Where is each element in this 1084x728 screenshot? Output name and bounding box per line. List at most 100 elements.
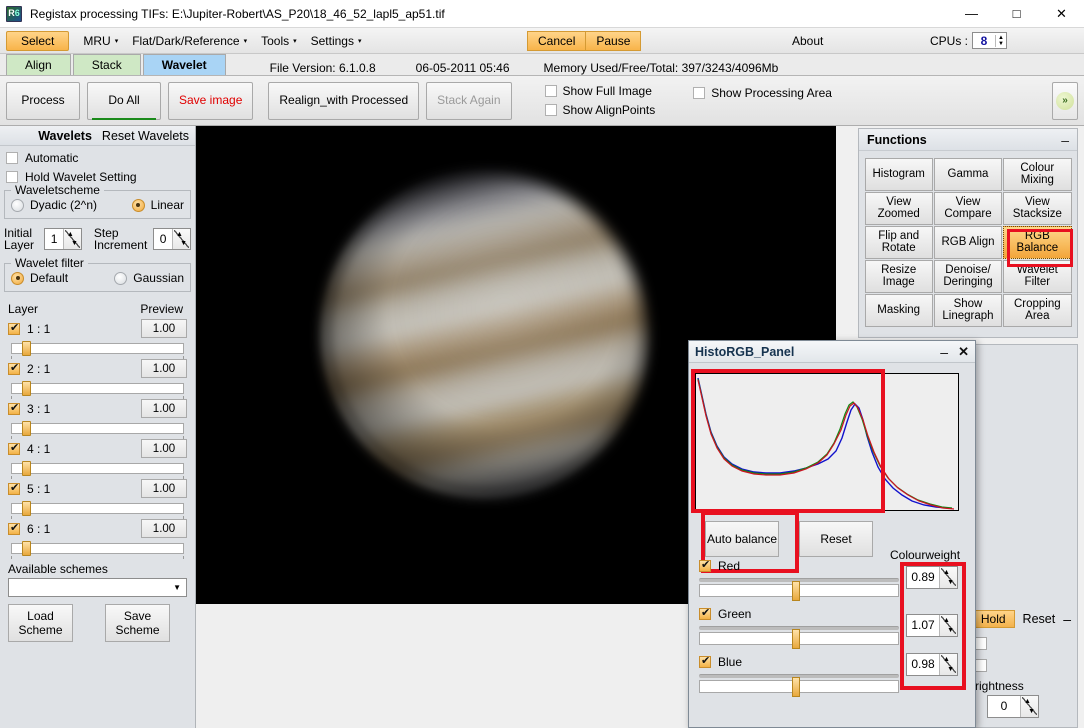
radio-linear-icon[interactable]	[131, 198, 145, 212]
function-view-zoomed-button[interactable]: View Zoomed	[864, 191, 933, 225]
green-colourweight-stepper[interactable]: 1.07 ▲ ▼	[906, 614, 958, 637]
tab-align[interactable]: Align	[6, 54, 71, 75]
spinner-arrows-icon[interactable]: ▲ ▼	[62, 229, 81, 249]
slider-thumb[interactable]	[22, 421, 31, 436]
slider-thumb[interactable]	[792, 581, 800, 601]
layer-3-slider[interactable]	[8, 421, 187, 439]
show-processing-area-row[interactable]: Show Processing Area	[693, 86, 832, 100]
expand-toolbar-button[interactable]: »	[1052, 81, 1078, 120]
blue-channel-slider[interactable]	[699, 677, 899, 697]
reset-wavelets-button[interactable]: Reset Wavelets	[102, 129, 189, 143]
minimize-icon[interactable]: —	[949, 0, 994, 28]
reset-balance-button[interactable]: Reset	[799, 521, 873, 557]
layer-1-preview-value[interactable]: 1.00	[141, 319, 187, 338]
slider-thumb[interactable]	[22, 501, 31, 516]
layer-2-checkbox[interactable]	[8, 362, 20, 375]
function-rgb-align-button[interactable]: RGB Align	[933, 225, 1003, 259]
automatic-checkbox[interactable]	[6, 152, 18, 164]
menu-mru[interactable]: MRU ▾	[83, 34, 118, 48]
slider-thumb[interactable]	[22, 341, 31, 356]
minimize-icon[interactable]: –	[1061, 133, 1069, 147]
green-channel-slider[interactable]	[699, 629, 899, 649]
show-align-points-row[interactable]: Show AlignPoints	[544, 103, 655, 117]
spinner-arrows-icon[interactable]: ▲ ▼	[939, 654, 957, 675]
load-scheme-button[interactable]: Load Scheme	[8, 604, 73, 642]
tab-stack[interactable]: Stack	[72, 54, 141, 75]
function-wavelet-filter-button[interactable]: Wavelet Filter	[1003, 259, 1072, 293]
hold-wavelet-setting-checkbox[interactable]	[6, 171, 18, 183]
realign-with-processed-button[interactable]: Realign_with Processed	[268, 81, 420, 120]
show-full-image-row[interactable]: Show Full Image	[544, 84, 656, 98]
function-rgb-balance-button[interactable]: RGB Balance	[1003, 225, 1072, 259]
function-view-stacksize-button[interactable]: View Stacksize	[1003, 191, 1072, 225]
layer-1-checkbox[interactable]	[8, 322, 20, 335]
spinner-arrows-icon[interactable]: ▲ ▼	[1020, 696, 1038, 717]
pause-button[interactable]: Pause	[585, 30, 642, 51]
menu-select-button[interactable]: Select	[6, 30, 70, 51]
layer-4-slider[interactable]	[8, 461, 187, 479]
slider-thumb[interactable]	[792, 629, 800, 649]
function-histogram-button[interactable]: Histogram	[864, 157, 933, 191]
show-full-image-checkbox[interactable]	[544, 85, 557, 97]
save-scheme-button[interactable]: Save Scheme	[105, 604, 170, 642]
layer-6-checkbox[interactable]	[8, 522, 20, 535]
menu-flat-dark-reference[interactable]: Flat/Dark/Reference ▾	[132, 34, 247, 48]
scheme-linear-option[interactable]: Linear	[131, 198, 184, 212]
layer-3-checkbox[interactable]	[8, 402, 20, 415]
filter-gaussian-option[interactable]: Gaussian	[114, 271, 184, 285]
spinner-arrows-icon[interactable]: ▲ ▼	[172, 229, 190, 249]
slider-thumb[interactable]	[22, 381, 31, 396]
show-align-points-checkbox[interactable]	[544, 104, 557, 116]
do-all-button[interactable]: Do All	[87, 81, 161, 120]
dialog-title-bar[interactable]: HistoRGB_Panel – ✕	[689, 341, 975, 363]
layer-6-preview-value[interactable]: 1.00	[141, 519, 187, 538]
layer-6-slider[interactable]	[8, 541, 187, 559]
close-icon[interactable]: ✕	[1039, 0, 1084, 28]
spinner-arrows-icon[interactable]: ▲ ▼	[939, 567, 957, 588]
initial-layer-stepper[interactable]: 1 ▲ ▼	[44, 228, 82, 250]
available-schemes-dropdown[interactable]: ▼	[8, 578, 187, 597]
function-masking-button[interactable]: Masking	[864, 293, 933, 327]
hold-wavelet-setting-row[interactable]: Hold Wavelet Setting	[6, 170, 189, 184]
cpus-stepper[interactable]: 8 ▲ ▼	[972, 32, 1007, 49]
reset-button[interactable]: Reset	[1023, 612, 1056, 626]
layer-4-preview-value[interactable]: 1.00	[141, 439, 187, 458]
minimize-icon[interactable]: –	[1063, 612, 1071, 626]
function-cropping-area-button[interactable]: Cropping Area	[1003, 293, 1072, 327]
hold-button[interactable]: Hold	[971, 610, 1015, 628]
auto-balance-button[interactable]: Auto balance	[705, 521, 779, 557]
layer-5-preview-value[interactable]: 1.00	[141, 479, 187, 498]
slider-thumb[interactable]	[22, 541, 31, 556]
function-denoise-deringing-button[interactable]: Denoise/ Deringing	[933, 259, 1003, 293]
step-increment-stepper[interactable]: 0 ▲ ▼	[153, 228, 191, 250]
radio-default-icon[interactable]	[11, 271, 24, 285]
green-channel-checkbox[interactable]	[699, 607, 711, 620]
menu-settings[interactable]: Settings ▾	[311, 34, 362, 48]
layer-5-slider[interactable]	[8, 501, 187, 519]
blue-colourweight-stepper[interactable]: 0.98 ▲ ▼	[906, 653, 958, 676]
blue-channel-checkbox[interactable]	[699, 655, 711, 668]
about-button[interactable]: About	[792, 34, 823, 48]
function-flip-and-rotate-button[interactable]: Flip and Rotate	[864, 225, 933, 259]
layer-4-checkbox[interactable]	[8, 442, 20, 455]
function-show-linegraph-button[interactable]: Show Linegraph	[933, 293, 1003, 327]
radio-gaussian-icon[interactable]	[114, 271, 128, 285]
minimize-icon[interactable]: –	[940, 345, 948, 359]
layer-3-preview-value[interactable]: 1.00	[141, 399, 187, 418]
function-gamma-button[interactable]: Gamma	[933, 157, 1003, 191]
close-icon[interactable]: ✕	[958, 345, 969, 358]
slider-thumb[interactable]	[792, 677, 800, 697]
radio-dyadic-icon[interactable]	[11, 198, 24, 212]
spinner-arrows-icon[interactable]: ▲ ▼	[995, 34, 1006, 47]
cancel-button[interactable]: Cancel	[527, 30, 586, 51]
maximize-icon[interactable]: □	[994, 0, 1039, 28]
tab-wavelet[interactable]: Wavelet	[142, 54, 226, 75]
red-channel-slider[interactable]	[699, 581, 899, 601]
menu-tools[interactable]: Tools ▾	[261, 34, 297, 48]
red-channel-checkbox[interactable]	[699, 559, 711, 572]
function-view-compare-button[interactable]: View Compare	[933, 191, 1003, 225]
red-colourweight-stepper[interactable]: 0.89 ▲ ▼	[906, 566, 958, 589]
function-resize-image-button[interactable]: Resize Image	[864, 259, 933, 293]
slider-thumb[interactable]	[22, 461, 31, 476]
function-colour-mixing-button[interactable]: Colour Mixing	[1003, 157, 1072, 191]
